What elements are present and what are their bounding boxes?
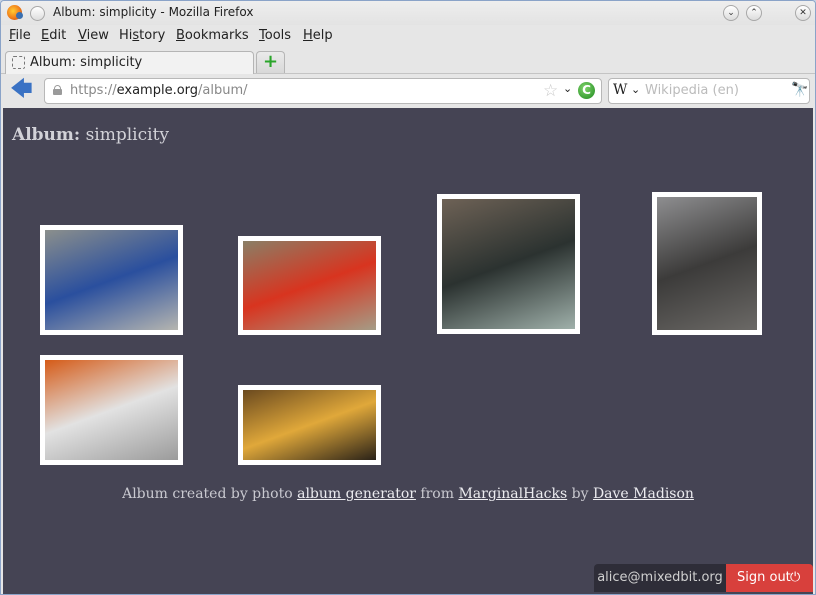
menu-bookmarks[interactable]: Bookmarks — [176, 28, 249, 43]
power-icon: ⏻ — [790, 570, 801, 585]
menu-view[interactable]: View — [78, 28, 109, 43]
binoculars-search-icon[interactable]: 🔭 — [791, 82, 808, 98]
menu-help[interactable]: Help — [303, 28, 333, 43]
photo-thumbnail[interactable] — [238, 385, 381, 465]
album-title: Album: simplicity — [12, 125, 170, 145]
tab-label: Album: simplicity — [30, 55, 143, 70]
menu-file[interactable]: File — [9, 28, 31, 43]
bookmark-star-icon[interactable]: ☆ — [543, 81, 558, 101]
maximize-button[interactable]: ⌃ — [746, 5, 762, 21]
url-history-dropdown-icon[interactable]: ⌄ — [563, 82, 572, 95]
album-generator-link[interactable]: album generator — [297, 486, 416, 502]
new-tab-button[interactable]: + — [256, 51, 285, 73]
sign-out-button[interactable]: Sign out ⏻ — [726, 564, 813, 592]
photo-thumbnail[interactable] — [40, 355, 183, 465]
album-credit: Album created by photo album generator f… — [122, 486, 694, 502]
lock-icon — [53, 85, 62, 95]
back-button[interactable]: 🡄 — [10, 79, 36, 101]
page-content: Album: simplicity Album created by photo… — [3, 108, 813, 594]
window-title: Album: simplicity - Mozilla Firefox — [53, 5, 254, 19]
title-bar: Album: simplicity - Mozilla Firefox ⌄ ⌃ … — [1, 1, 815, 25]
photo-thumbnail[interactable] — [437, 194, 580, 334]
tab-bar: Album: simplicity + — [1, 47, 815, 74]
url-text[interactable]: https://example.org/album/ — [70, 83, 248, 98]
window-menu-button[interactable] — [30, 6, 45, 21]
user-email: alice@mixedbit.org — [594, 564, 726, 592]
search-bar[interactable]: W ⌄ Wikipedia (en) 🔭 — [608, 78, 810, 104]
firefox-logo-icon — [7, 5, 23, 20]
browser-window: Album: simplicity - Mozilla Firefox ⌄ ⌃ … — [0, 0, 816, 595]
search-input[interactable]: Wikipedia (en) — [645, 83, 739, 98]
marginalhacks-link[interactable]: MarginalHacks — [458, 486, 567, 502]
menu-tools[interactable]: Tools — [259, 28, 291, 43]
reload-icon[interactable]: C — [578, 82, 595, 99]
sign-out-label: Sign out — [737, 570, 791, 585]
menu-edit[interactable]: Edit — [41, 28, 66, 43]
navigation-toolbar: 🡄 https://example.org/album/ ☆ ⌄ C W ⌄ W… — [1, 74, 815, 108]
wikipedia-engine-icon[interactable]: W — [613, 82, 627, 98]
bicycles-night-rack-image — [243, 390, 376, 460]
photo-thumbnail[interactable] — [652, 192, 762, 335]
dave-madison-link[interactable]: Dave Madison — [593, 486, 694, 502]
minimize-button[interactable]: ⌄ — [723, 5, 739, 21]
menu-history[interactable]: History — [119, 28, 165, 43]
url-bar[interactable]: https://example.org/album/ ☆ ⌄ C — [44, 78, 602, 104]
photo-thumbnail[interactable] — [238, 236, 381, 335]
red-bicycle-image — [243, 241, 376, 330]
white-bicycle-orange-wall-image — [45, 360, 178, 460]
bicycle-plaza-collage-image — [657, 197, 757, 330]
blue-bicycle-image — [45, 230, 178, 330]
page-favicon-icon — [12, 56, 25, 69]
bicycle-brick-wall-image — [442, 199, 575, 329]
tab-album-simplicity[interactable]: Album: simplicity — [5, 51, 254, 74]
photo-thumbnail[interactable] — [40, 225, 183, 335]
search-engine-dropdown-icon[interactable]: ⌄ — [631, 83, 640, 96]
menu-bar: File Edit View History Bookmarks Tools H… — [1, 25, 815, 47]
close-button[interactable]: ✕ — [795, 5, 811, 21]
